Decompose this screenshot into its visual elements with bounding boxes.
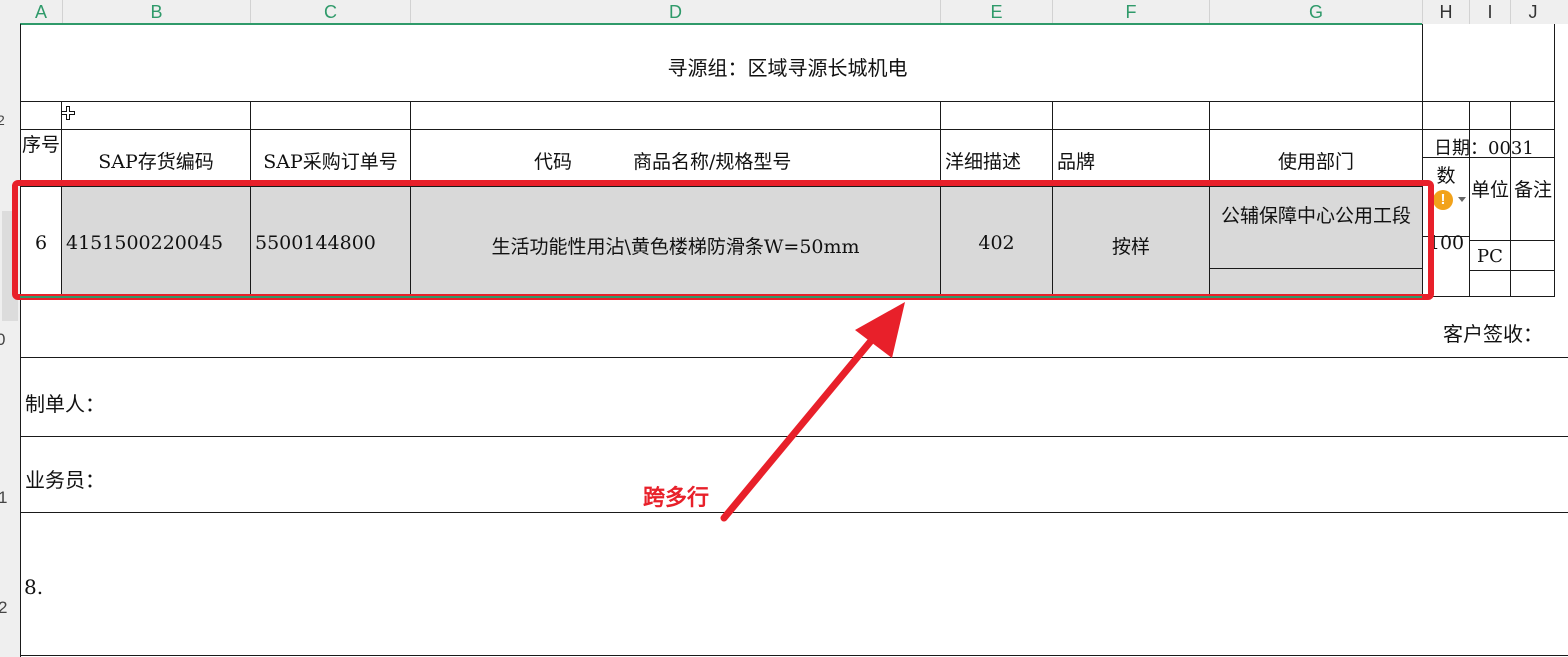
- customer-sign-label: 客户签收：: [1443, 322, 1543, 346]
- chevron-down-icon[interactable]: [1458, 197, 1466, 202]
- header-note: 备注: [1513, 176, 1553, 204]
- column-header-e[interactable]: E: [941, 0, 1052, 24]
- salesman-label: 业务员：: [25, 468, 105, 492]
- column-header-i[interactable]: I: [1470, 0, 1510, 24]
- header-brand: 品牌: [1057, 151, 1096, 173]
- crosshair-cursor-icon: [60, 105, 76, 121]
- header-seq-label: 序号: [22, 134, 61, 156]
- row-header-bar: 0 1 2 2: [0, 24, 21, 657]
- row-header-label[interactable]: 2: [0, 598, 12, 618]
- column-header-c[interactable]: C: [251, 0, 410, 24]
- column-header-b[interactable]: B: [63, 0, 250, 24]
- header-dept: 使用部门: [1277, 151, 1354, 173]
- header-date: 日期：0031: [1434, 138, 1534, 159]
- header-sap-po: SAP采购订单号: [263, 151, 398, 173]
- column-header-g[interactable]: G: [1210, 0, 1422, 24]
- column-header-j[interactable]: J: [1511, 0, 1555, 24]
- annotation-label: 跨多行: [643, 485, 710, 511]
- annotation-arrow: [720, 302, 905, 522]
- header-detail: 洋细描述: [945, 151, 1022, 173]
- column-header-h[interactable]: H: [1423, 0, 1469, 24]
- header-note-label: 备注: [1513, 179, 1552, 201]
- cell-unit[interactable]: PC: [1470, 246, 1510, 267]
- footer-number: 8.: [24, 575, 44, 599]
- header-product: 商品名称/规格型号: [633, 151, 792, 173]
- column-header-f[interactable]: F: [1053, 0, 1209, 24]
- row-header-label[interactable]: 0: [0, 330, 10, 350]
- row-header-label[interactable]: 1: [0, 488, 12, 508]
- header-unit-label: 单位: [1470, 179, 1509, 201]
- column-header-a[interactable]: A: [20, 0, 62, 24]
- column-header-bar: A B C D E F G H I J: [0, 0, 1568, 25]
- annotation-highlight-box: [12, 180, 1434, 300]
- header-code: 代码: [534, 151, 573, 173]
- maker-label: 制单人：: [25, 392, 105, 416]
- header-unit: 单位: [1470, 176, 1510, 204]
- row-header-label[interactable]: 2: [0, 112, 11, 128]
- sheet-title: 寻源组：区域寻源长城机电: [667, 56, 908, 80]
- header-sap-code: SAP存货编码: [98, 151, 214, 173]
- header-seq: 序号: [22, 134, 60, 156]
- warning-icon[interactable]: !: [1433, 190, 1453, 210]
- column-header-d[interactable]: D: [411, 0, 940, 24]
